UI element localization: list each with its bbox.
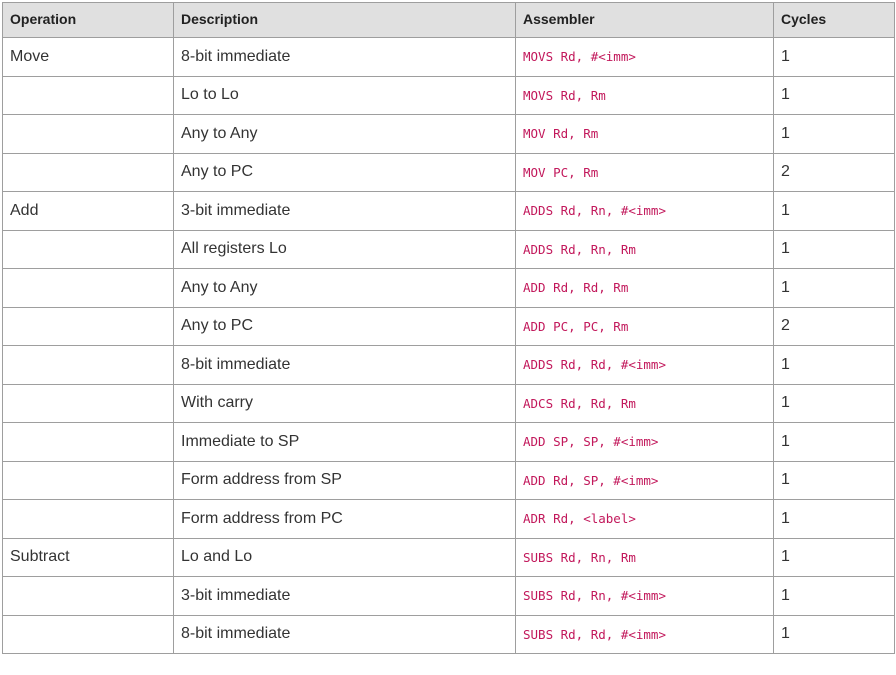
- cell-description: With carry: [173, 383, 516, 423]
- instruction-table: Operation Description Assembler Cycles M…: [2, 2, 895, 654]
- cell-cycles: 2: [773, 306, 895, 346]
- cell-assembler: ADDS Rd, Rn, #<imm>: [515, 191, 774, 231]
- cell-description: Form address from SP: [173, 460, 516, 500]
- cell-cycles: 1: [773, 37, 895, 77]
- table-row: Lo to Lo MOVS Rd, Rm 1: [2, 75, 895, 115]
- cell-operation: [2, 75, 174, 115]
- cell-description: 3-bit immediate: [173, 576, 516, 616]
- cell-description: Lo and Lo: [173, 537, 516, 577]
- cell-operation: [2, 306, 174, 346]
- table-row: 8-bit immediate ADDS Rd, Rd, #<imm> 1: [2, 345, 895, 385]
- table-row: All registers Lo ADDS Rd, Rn, Rm 1: [2, 229, 895, 269]
- cell-operation: [2, 229, 174, 269]
- cell-assembler: ADCS Rd, Rd, Rm: [515, 383, 774, 423]
- cell-assembler: MOVS Rd, #<imm>: [515, 37, 774, 77]
- cell-operation: [2, 383, 174, 423]
- header-description: Description: [173, 2, 516, 38]
- cell-cycles: 1: [773, 537, 895, 577]
- table-row: Add 3-bit immediate ADDS Rd, Rn, #<imm> 1: [2, 191, 895, 231]
- cell-assembler: ADDS Rd, Rd, #<imm>: [515, 345, 774, 385]
- cell-assembler: ADD PC, PC, Rm: [515, 306, 774, 346]
- table-row: Form address from SP ADD Rd, SP, #<imm> 1: [2, 460, 895, 500]
- table-row: Any to Any MOV Rd, Rm 1: [2, 114, 895, 154]
- header-cycles: Cycles: [773, 2, 895, 38]
- cell-assembler: SUBS Rd, Rn, #<imm>: [515, 576, 774, 616]
- table-body: Move 8-bit immediate MOVS Rd, #<imm> 1 Lo to…: [2, 37, 895, 654]
- cell-cycles: 1: [773, 422, 895, 462]
- cell-operation: Subtract: [2, 537, 174, 577]
- cell-operation: [2, 422, 174, 462]
- table-row: Any to Any ADD Rd, Rd, Rm 1: [2, 268, 895, 308]
- cell-assembler: ADD Rd, Rd, Rm: [515, 268, 774, 308]
- header-row: Operation Description Assembler Cycles: [2, 2, 895, 38]
- cell-operation: [2, 460, 174, 500]
- cell-cycles: 1: [773, 75, 895, 115]
- table-row: Form address from PC ADR Rd, <label> 1: [2, 499, 895, 539]
- cell-assembler: ADDS Rd, Rn, Rm: [515, 229, 774, 269]
- page: Operation Description Assembler Cycles M…: [0, 0, 896, 675]
- table-row: Subtract Lo and Lo SUBS Rd, Rn, Rm 1: [2, 537, 895, 577]
- cell-operation: [2, 345, 174, 385]
- header-operation: Operation: [2, 2, 174, 38]
- cell-operation: [2, 499, 174, 539]
- header-assembler: Assembler: [515, 2, 774, 38]
- cell-description: Immediate to SP: [173, 422, 516, 462]
- cell-assembler: MOV Rd, Rm: [515, 114, 774, 154]
- table-header: Operation Description Assembler Cycles: [2, 2, 895, 38]
- table-row: With carry ADCS Rd, Rd, Rm 1: [2, 383, 895, 423]
- table-row: Move 8-bit immediate MOVS Rd, #<imm> 1: [2, 37, 895, 77]
- cell-operation: [2, 576, 174, 616]
- cell-cycles: 1: [773, 460, 895, 500]
- cell-cycles: 1: [773, 614, 895, 654]
- cell-assembler: ADD SP, SP, #<imm>: [515, 422, 774, 462]
- cell-operation: [2, 152, 174, 192]
- table-row: Any to PC ADD PC, PC, Rm 2: [2, 306, 895, 346]
- cell-description: 8-bit immediate: [173, 37, 516, 77]
- cell-cycles: 2: [773, 152, 895, 192]
- cell-description: Any to PC: [173, 152, 516, 192]
- cell-operation: [2, 268, 174, 308]
- cell-operation: Add: [2, 191, 174, 231]
- cell-cycles: 1: [773, 383, 895, 423]
- cell-description: All registers Lo: [173, 229, 516, 269]
- cell-cycles: 1: [773, 576, 895, 616]
- table-row: 8-bit immediate SUBS Rd, Rd, #<imm> 1: [2, 614, 895, 654]
- cell-cycles: 1: [773, 229, 895, 269]
- cell-cycles: 1: [773, 499, 895, 539]
- cell-operation: [2, 114, 174, 154]
- cell-assembler: SUBS Rd, Rd, #<imm>: [515, 614, 774, 654]
- cell-description: 8-bit immediate: [173, 614, 516, 654]
- cell-assembler: MOVS Rd, Rm: [515, 75, 774, 115]
- table-row: Any to PC MOV PC, Rm 2: [2, 152, 895, 192]
- cell-description: Form address from PC: [173, 499, 516, 539]
- cell-cycles: 1: [773, 268, 895, 308]
- cell-description: 3-bit immediate: [173, 191, 516, 231]
- cell-assembler: ADD Rd, SP, #<imm>: [515, 460, 774, 500]
- cell-description: Lo to Lo: [173, 75, 516, 115]
- cell-assembler: MOV PC, Rm: [515, 152, 774, 192]
- cell-cycles: 1: [773, 114, 895, 154]
- cell-description: Any to PC: [173, 306, 516, 346]
- cell-description: Any to Any: [173, 114, 516, 154]
- cell-operation: Move: [2, 37, 174, 77]
- table-row: Immediate to SP ADD SP, SP, #<imm> 1: [2, 422, 895, 462]
- cell-assembler: SUBS Rd, Rn, Rm: [515, 537, 774, 577]
- cell-cycles: 1: [773, 191, 895, 231]
- cell-description: 8-bit immediate: [173, 345, 516, 385]
- cell-description: Any to Any: [173, 268, 516, 308]
- cell-assembler: ADR Rd, <label>: [515, 499, 774, 539]
- cell-cycles: 1: [773, 345, 895, 385]
- table-row: 3-bit immediate SUBS Rd, Rn, #<imm> 1: [2, 576, 895, 616]
- cell-operation: [2, 614, 174, 654]
